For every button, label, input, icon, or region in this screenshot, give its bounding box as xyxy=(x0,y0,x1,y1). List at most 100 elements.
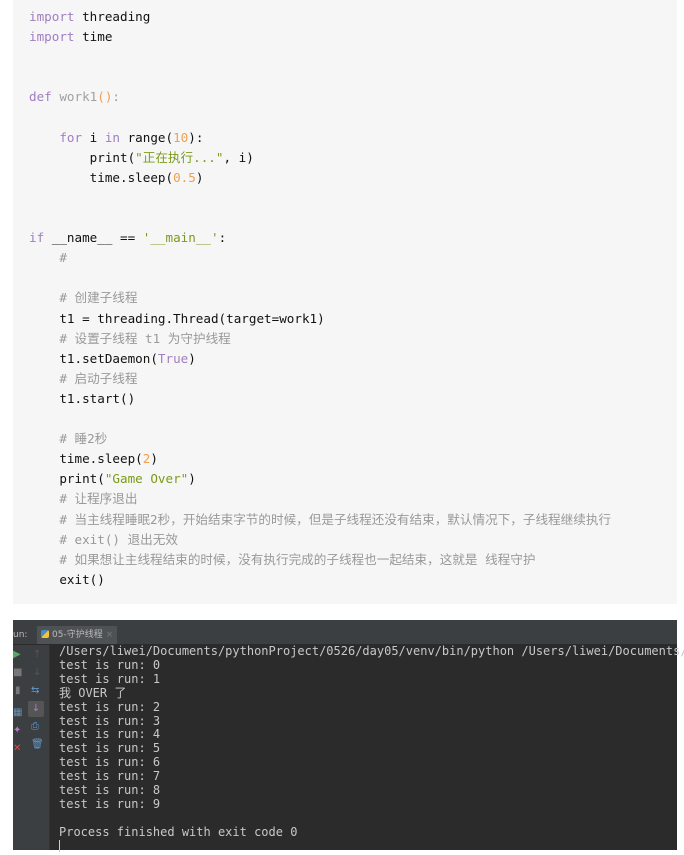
code-line: # 睡2秒 xyxy=(29,429,107,449)
code-token: : xyxy=(112,89,121,105)
console-line: test is run: 1 xyxy=(59,671,161,686)
code-line: # 启动子线程 xyxy=(29,369,137,389)
code-line: if __name__ == '__main__': xyxy=(29,228,226,248)
code-token: range( xyxy=(120,129,174,145)
code-line: for i in range(10): xyxy=(29,128,203,148)
console-line: test is run: 9 xyxy=(59,796,161,811)
code-token: print( xyxy=(29,471,105,487)
code-token: True xyxy=(157,350,189,366)
console-line: test is run: 4 xyxy=(59,727,161,742)
close-icon[interactable]: ✕ xyxy=(13,743,21,754)
code-token: t1.setDaemon( xyxy=(29,350,158,366)
run-label: un: xyxy=(13,630,28,640)
arrow-down-icon[interactable]: ↓ xyxy=(33,667,41,678)
code-token: time.sleep( xyxy=(29,451,143,467)
soft-wrap-icon[interactable]: ⇆ xyxy=(31,685,39,696)
code-line: # 设置子线程 t1 为守护线程 xyxy=(29,329,231,349)
code-token: # xyxy=(29,250,67,266)
console-line: test is run: 7 xyxy=(59,769,161,784)
code-line: time.sleep(0.5) xyxy=(29,168,204,188)
scroll-to-end-icon[interactable]: ↓ xyxy=(28,701,44,717)
run-tab-label: 05-守护线程 xyxy=(52,630,103,640)
code-token: # 启动子线程 xyxy=(29,370,138,386)
code-token: # 当主线程睡眠2秒，开始结束字节的时候，但是子线程还没有结束，默认情况下，子线… xyxy=(29,511,612,527)
code-token: , i) xyxy=(223,149,254,165)
code-token: if xyxy=(29,230,45,246)
console-line: Process finished with exit code 0 xyxy=(59,824,298,839)
code-token: # 睡2秒 xyxy=(29,431,108,447)
code-token: print( xyxy=(29,149,136,165)
code-token: ) xyxy=(188,471,196,487)
run-tab[interactable]: 05-守护线程 × xyxy=(37,626,118,644)
code-token: 0.5 xyxy=(173,169,196,185)
run-toolbar-right: ↑ ↓ ⇆ ↓ ⎙ 🗑 xyxy=(25,645,50,850)
code-token: # 如果想让主线程结束的时候，没有执行完成的子线程也一起结束，这就是 线程守护 xyxy=(29,551,536,567)
code-token: time.sleep( xyxy=(29,169,174,185)
code-token: 10 xyxy=(173,129,189,145)
code-token: in xyxy=(104,129,121,145)
console-line: test is run: 3 xyxy=(59,713,161,728)
code-token: ) xyxy=(195,169,204,185)
code-token: import xyxy=(29,9,75,24)
layout-icon[interactable]: ▦ xyxy=(13,707,22,718)
console-line: 我 OVER 了 xyxy=(59,685,127,700)
trash-icon[interactable]: 🗑 xyxy=(31,739,44,750)
code-token: # 设置子线程 t1 为守护线程 xyxy=(29,330,231,346)
code-token: import xyxy=(29,29,75,45)
code-line: # 创建子线程 xyxy=(29,288,137,308)
code-token: '__main__' xyxy=(142,230,219,246)
code-token: # 让程序退出 xyxy=(29,491,138,507)
console-caret xyxy=(59,840,60,852)
code-token: : xyxy=(218,230,227,246)
arrow-up-icon[interactable]: ↑ xyxy=(33,649,41,660)
console-line: test is run: 6 xyxy=(59,755,161,770)
code-line: print("Game Over") xyxy=(29,469,196,489)
code-line: import threading xyxy=(29,7,150,27)
code-token: ) xyxy=(188,350,196,366)
code-line: def work1(): xyxy=(29,87,120,107)
code-token: () xyxy=(97,89,113,105)
code-token: # 创建子线程 xyxy=(29,290,138,306)
code-line: import time xyxy=(29,27,112,47)
pin-icon[interactable]: ✦ xyxy=(13,725,21,736)
code-token: # exit() 退出无效 xyxy=(29,531,178,547)
code-line: t1 = threading.Thread(target=work1) xyxy=(29,309,325,329)
close-tab-icon[interactable]: × xyxy=(106,630,114,640)
code-line: # xyxy=(29,248,67,268)
code-token: ) xyxy=(150,451,158,467)
python-icon xyxy=(41,630,49,638)
code-block: import threading import time def work1(): … xyxy=(13,0,677,604)
console-line: test is run: 8 xyxy=(59,783,161,797)
code-line: time.sleep(2) xyxy=(29,449,158,469)
run-tab-bar: un: 05-守护线程 × xyxy=(13,626,677,645)
print-icon[interactable]: ⎙ xyxy=(31,721,39,732)
run-panel: un: 05-守护线程 × ▶ ■ ▮ ▦ ✦ ✕ ↑ ↓ ⇆ ↓ ⎙ 🗑 /U… xyxy=(13,620,684,852)
console-line: /Users/liwei/Documents/pythonProject/052… xyxy=(59,644,684,658)
code-token: t1.start() xyxy=(29,390,136,406)
code-line: t1.setDaemon(True) xyxy=(29,349,196,369)
code-line: t1.start() xyxy=(29,389,135,409)
code-token: work1 xyxy=(51,89,98,105)
code-token: __name__ == xyxy=(44,230,143,246)
code-token: ): xyxy=(188,129,204,145)
stop-icon[interactable]: ■ xyxy=(13,667,22,678)
code-token: def xyxy=(29,89,52,105)
code-token: exit() xyxy=(29,571,105,587)
rerun-icon[interactable]: ▶ xyxy=(13,649,21,660)
code-token: "Game Over" xyxy=(104,471,189,487)
code-line: print("正在执行...", i) xyxy=(29,148,254,168)
console-line: test is run: 0 xyxy=(59,657,161,672)
code-token: threading xyxy=(74,9,151,24)
code-token: time xyxy=(74,29,113,45)
code-line: # 让程序退出 xyxy=(29,489,137,509)
pause-icon[interactable]: ▮ xyxy=(15,685,21,696)
code-line: # 如果想让主线程结束的时候，没有执行完成的子线程也一起结束，这就是 线程守护 xyxy=(29,550,535,570)
code-line: exit() xyxy=(29,570,105,590)
code-token: "正在执行..." xyxy=(135,149,224,165)
code-token: t1 = threading.Thread(target=work1) xyxy=(29,310,325,326)
code-token: for xyxy=(59,129,83,145)
console-line: test is run: 5 xyxy=(59,741,161,756)
console-line: test is run: 2 xyxy=(59,699,161,714)
code-line: # exit() 退出无效 xyxy=(29,530,178,550)
